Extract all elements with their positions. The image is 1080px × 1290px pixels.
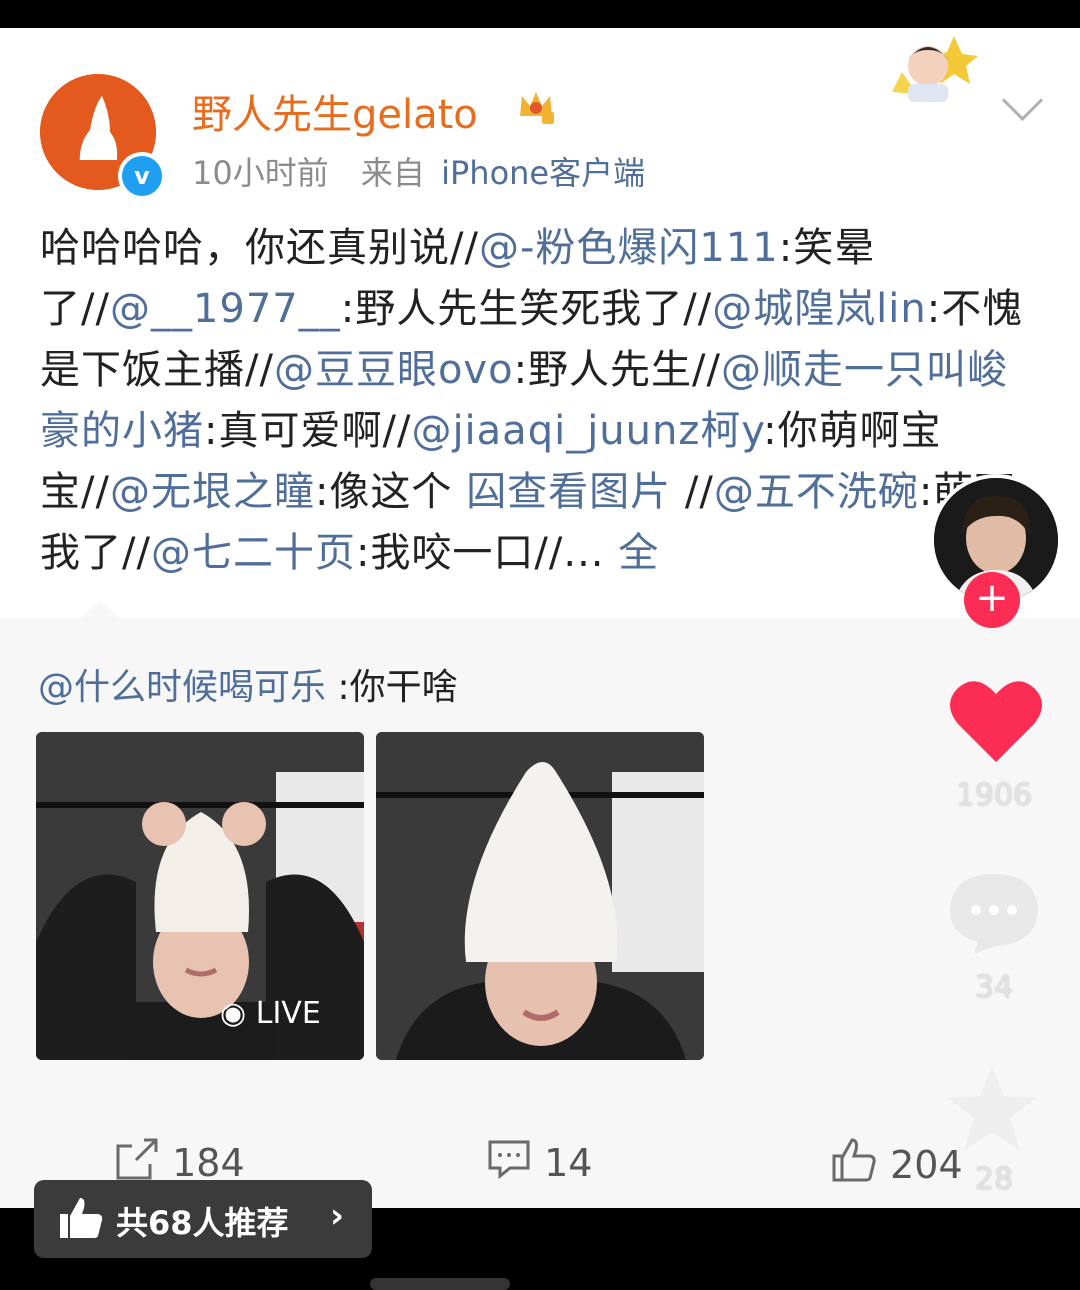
body-mention[interactable]: @jiaaqi_juunz柯y <box>411 408 763 454</box>
body-text-segment: :野人先生笑死我了// <box>340 286 713 332</box>
body-text-segment: :像这个 <box>314 469 467 515</box>
body-mention[interactable]: @__1977__ <box>110 286 341 332</box>
quote-pointer <box>82 600 118 618</box>
body-mention[interactable]: @城隍岚lin <box>712 286 927 332</box>
heart-icon <box>950 681 1042 762</box>
body-mention[interactable]: @五 <box>714 469 796 515</box>
decorative-sticker <box>872 32 992 104</box>
source-prefix: 来自 <box>360 154 425 192</box>
live-label: LIVE <box>255 996 321 1031</box>
body-mention[interactable]: @豆豆眼ovo <box>274 347 514 393</box>
verified-badge-icon: v <box>118 152 166 200</box>
body-mention[interactable]: @无垠之瞳 <box>110 469 315 515</box>
repost-count: 184 <box>172 1141 245 1185</box>
recommend-label: 共68人推荐 <box>116 1204 289 1242</box>
side-comment-icon <box>950 874 1038 954</box>
body-text-segment: :真可爱啊// <box>204 408 412 454</box>
post-image-2[interactable] <box>376 732 704 1060</box>
quoted-mention[interactable]: @什么时候喝可乐 <box>38 667 326 708</box>
source-client[interactable]: iPhone客户端 <box>441 154 645 192</box>
heart-button[interactable] <box>948 676 1044 770</box>
quoted-post-text: @什么时候喝可乐 :你干啥 <box>38 658 458 710</box>
body-text-segment: :野人先生// <box>513 347 722 393</box>
star-icon <box>948 1066 1036 1150</box>
repost-icon <box>116 1138 158 1180</box>
side-comment-button[interactable] <box>946 870 1042 958</box>
repost-button[interactable]: 184 <box>114 1136 245 1185</box>
live-icon: ◉ <box>220 996 247 1031</box>
body-text-segment: :我咬一口//... <box>355 530 619 576</box>
bottom-handle <box>370 1278 510 1290</box>
follow-button[interactable]: + <box>964 572 1020 628</box>
star-count: 28 <box>974 1162 1014 1197</box>
side-comment-count: 34 <box>974 970 1014 1005</box>
comment-button[interactable]: 14 <box>486 1136 592 1185</box>
vip-crown-icon <box>516 86 556 126</box>
thumbs-up-icon <box>832 1138 876 1182</box>
body-text-segment: // <box>671 469 714 515</box>
body-mention[interactable]: 全 <box>618 530 659 576</box>
post-body: 哈哈哈哈，你还真别说//@-粉色爆闪111:笑晕了//@__1977__:野人先… <box>40 218 1030 584</box>
post-meta: 10小时前 来自 iPhone客户端 <box>192 148 645 194</box>
body-mention[interactable]: 不洗碗 <box>796 469 919 515</box>
body-mention[interactable]: @七二十页 <box>151 530 356 576</box>
heart-count: 1906 <box>955 778 1033 813</box>
body-mention[interactable]: 囜查看图片 <box>466 469 671 515</box>
like-button[interactable]: 204 <box>830 1136 963 1187</box>
favorite-button[interactable] <box>944 1062 1040 1158</box>
chevron-right-icon: › <box>330 1196 345 1236</box>
thumbs-up-filled-icon <box>60 1198 103 1238</box>
live-badge: ◉ LIVE <box>220 996 321 1031</box>
comment-icon <box>488 1140 530 1180</box>
comment-count: 14 <box>544 1141 593 1185</box>
body-text-segment: 哈哈哈哈，你还真别说// <box>40 225 479 271</box>
body-mention[interactable]: @-粉色爆闪111 <box>479 225 779 271</box>
post-time: 10小时前 <box>192 154 329 192</box>
recommend-button[interactable]: 共68人推荐 › <box>34 1180 372 1258</box>
quoted-content: :你干啥 <box>326 667 458 708</box>
author-username[interactable]: 野人先生gelato <box>192 82 478 140</box>
